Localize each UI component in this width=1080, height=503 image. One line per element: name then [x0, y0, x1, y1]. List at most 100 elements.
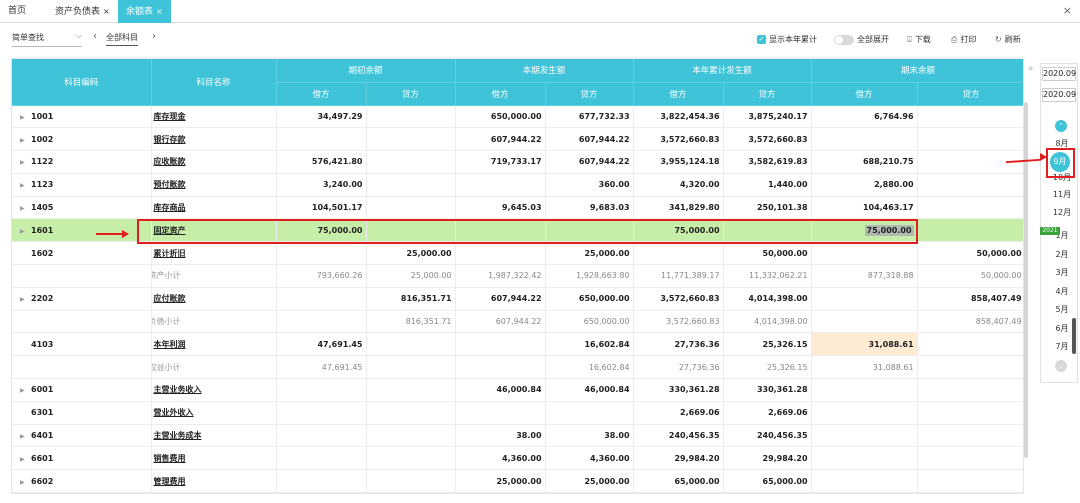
table-row[interactable]: ▶ 6401 主营业务成本 38.00 38.00 240,456.35 240,456.3…	[12, 424, 1023, 448]
expand-caret-icon[interactable]: ▶	[20, 205, 25, 212]
amount-value: 816,351.71	[400, 294, 452, 304]
table-row[interactable]: ▶ 1405 库存商品 104,501.17 9,645.03 9,683.03 341,8…	[12, 196, 1023, 220]
amount-cell	[276, 241, 367, 266]
table-row[interactable]: ▶ 1002 银行存款 607,944.22 607,944.22 3,572,660.8…	[12, 127, 1023, 152]
month-scrollbar[interactable]	[1072, 318, 1076, 354]
amount-cell: 3,572,660.83	[633, 310, 724, 334]
print-button[interactable]: ⎙ 打印	[951, 34, 976, 45]
amount-cell: 46,000.84	[455, 378, 546, 402]
start-period-field[interactable]: 2020.09	[1042, 67, 1076, 81]
month-option[interactable]: 4月	[1050, 286, 1074, 297]
subtotal-row[interactable]: 负债小计 816,351.71 607,944.22 650,000.00 3,572,…	[12, 310, 1023, 334]
close-icon[interactable]: ×	[103, 7, 110, 16]
amount-value: 29,984.20	[674, 453, 720, 463]
account-name-link[interactable]: 预付账款	[154, 180, 186, 189]
account-name-link[interactable]: 库存现金	[154, 112, 186, 121]
table-row[interactable]: ▶ 6001 主营业务收入 46,000.84 46,000.84 330,361.28 3…	[12, 378, 1023, 402]
expand-caret-icon[interactable]: ▶	[20, 228, 25, 235]
subtotal-row[interactable]: 资产小计 793,660.26 25,000.00 1,987,322.42 1,928…	[12, 264, 1023, 288]
table-scrollbar[interactable]	[1024, 102, 1028, 458]
show-year-total-toggle[interactable]: ✓ 显示本年累计	[757, 34, 817, 45]
account-name-link[interactable]: 库存商品	[154, 203, 186, 212]
table-row[interactable]: ▶ 6602 管理费用 25,000.00 25,000.00 65,000.00 65,0…	[12, 469, 1023, 493]
amount-cell: 2,669.06	[723, 401, 812, 425]
tab-balance-sheet[interactable]: 资产负债表 ×	[55, 0, 110, 23]
expand-caret-icon[interactable]: ▶	[20, 114, 25, 121]
table-row[interactable]: 1602 累计折旧 25,000.00 25,000.00 50,000.00 50,00…	[12, 241, 1023, 266]
amount-cell: 793,660.26	[276, 264, 367, 288]
table-row[interactable]: 6301 营业外收入 2,669.06 2,669.06	[12, 401, 1023, 425]
expand-caret-icon[interactable]: ▶	[20, 387, 25, 394]
checkbox-icon[interactable]: ✓	[757, 35, 766, 44]
account-name-link[interactable]: 营业外收入	[154, 408, 194, 417]
amount-cell: 650,000.00	[545, 310, 634, 334]
table-row[interactable]: ▶ 1122 应收账款 576,421.80 719,733.17 607,944.22 3…	[12, 150, 1023, 174]
simple-search-dropdown[interactable]: 简单查找 ⌵	[12, 31, 82, 47]
month-option[interactable]: 3月	[1050, 267, 1074, 278]
amount-cell	[366, 173, 456, 197]
account-name-cell: 库存商品	[151, 196, 277, 220]
account-name-link[interactable]: 销售费用	[154, 454, 186, 463]
refresh-button[interactable]: ↻ 刷新	[995, 34, 1021, 45]
table-row[interactable]: 4103 本年利润 47,691.45 16,602.84 27,736.36 25,32…	[12, 332, 1023, 357]
account-name-link[interactable]: 本年利润	[154, 340, 186, 349]
expand-caret-icon[interactable]: ▶	[20, 479, 25, 486]
table-row[interactable]: ▶ 1123 预付账款 3,240.00 360.00 4,320.00 1,440.00 2…	[12, 173, 1023, 197]
account-name-link[interactable]: 累计折旧	[154, 249, 186, 258]
month-option[interactable]: 12月	[1050, 207, 1074, 218]
tab-home[interactable]: 首页	[8, 0, 26, 23]
chevron-right-icon[interactable]: ›	[152, 31, 156, 42]
subtotal-row[interactable]: 权益小计 47,691.45 16,602.84 27,736.36 25,326.15…	[12, 355, 1023, 380]
account-name-link[interactable]: 应收账款	[154, 157, 186, 166]
amount-value: 4,360.00	[502, 453, 542, 463]
account-name-link[interactable]: 应付账款	[154, 294, 186, 303]
amount-value: 607,944.22	[490, 294, 542, 304]
expand-caret-icon[interactable]: ▶	[20, 456, 25, 463]
expand-caret-icon[interactable]: ▶	[20, 137, 25, 144]
window-close-icon[interactable]: ×	[1063, 4, 1072, 17]
expand-caret-icon[interactable]: ▶	[20, 159, 25, 166]
expand-all-label: 全部展开	[857, 35, 889, 44]
month-option[interactable]: 5月	[1050, 304, 1074, 315]
amount-value: 47,691.45	[317, 339, 363, 349]
amount-value: 3,572,660.83	[660, 134, 720, 144]
account-name-link[interactable]: 主营业务收入	[154, 385, 202, 394]
subject-filter[interactable]: 全部科目	[106, 32, 138, 46]
end-period-field[interactable]: 2020.09	[1042, 88, 1076, 102]
amount-value: 576,421.80	[311, 157, 363, 167]
amount-cell: 607,944.22	[455, 127, 546, 152]
amount-value: 607,944.22	[495, 317, 542, 327]
month-option[interactable]: 6月	[1050, 323, 1074, 334]
expand-all-toggle[interactable]: 全部展开	[834, 34, 889, 45]
amount-cell: 50,000.00	[723, 241, 812, 266]
chevron-left-icon[interactable]: ‹	[93, 31, 97, 42]
chevron-up-icon[interactable]: ⌃	[1055, 120, 1067, 132]
amount-cell	[811, 469, 918, 493]
account-code-cell: ▶ 6401	[12, 424, 152, 448]
download-label: 下载	[914, 35, 931, 44]
expand-caret-icon[interactable]: ▶	[20, 433, 25, 440]
amount-cell: 4,014,398.00	[723, 287, 812, 311]
chevron-right-icon[interactable]: »	[1028, 64, 1034, 74]
month-option[interactable]: 7月	[1050, 341, 1074, 352]
amount-value: 650,000.00	[490, 111, 542, 121]
download-button[interactable]: ⍗ 下载	[907, 34, 931, 45]
month-option[interactable]: 2月	[1050, 249, 1074, 260]
account-code: 6001	[31, 385, 54, 395]
amount-cell: 16,602.84	[545, 355, 634, 380]
table-row[interactable]: ▶ 2202 应付账款 816,351.71 607,944.22 650,000.00 3…	[12, 287, 1023, 311]
month-option[interactable]: 11月	[1050, 189, 1074, 200]
amount-cell	[811, 446, 918, 471]
chevron-down-icon[interactable]: ⌄	[1055, 360, 1067, 372]
table-row[interactable]: ▶ 1001 库存现金 34,497.29 650,000.00 677,732.33 3,…	[12, 105, 1023, 129]
tab-trial-balance[interactable]: 余额表 ×	[118, 0, 171, 23]
amount-cell	[917, 173, 1023, 197]
account-name-link[interactable]: 主营业务成本	[154, 431, 202, 440]
account-name-link[interactable]: 银行存款	[154, 135, 186, 144]
expand-caret-icon[interactable]: ▶	[20, 296, 25, 303]
close-icon[interactable]: ×	[156, 7, 163, 16]
expand-caret-icon[interactable]: ▶	[20, 182, 25, 189]
account-name-link[interactable]: 管理费用	[154, 477, 186, 486]
toggle-switch[interactable]	[834, 34, 854, 45]
table-row[interactable]: ▶ 6601 销售费用 4,360.00 4,360.00 29,984.20 29,984…	[12, 446, 1023, 471]
